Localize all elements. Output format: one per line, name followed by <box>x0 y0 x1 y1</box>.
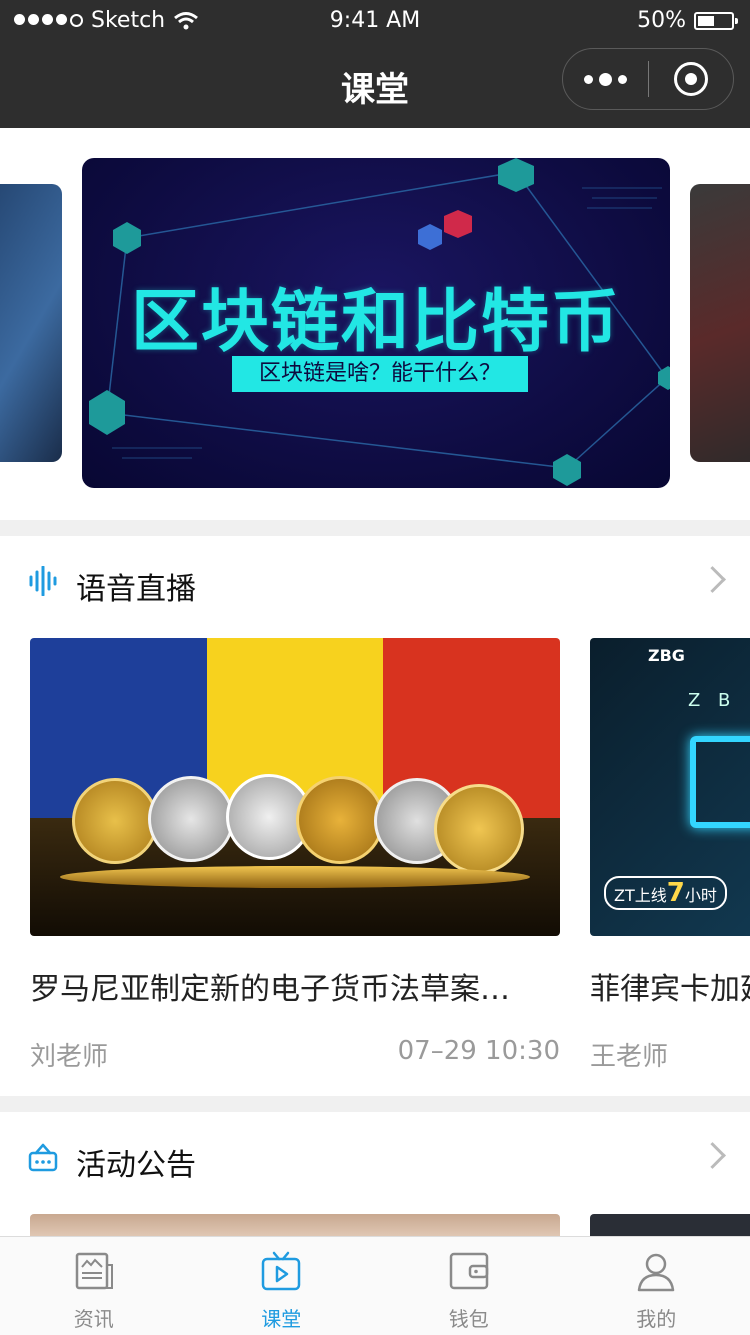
banner-slide-prev[interactable] <box>0 184 62 462</box>
more-button[interactable] <box>563 73 648 86</box>
notice-section: 活动公告 <box>0 1112 750 1236</box>
card-image-brand: ZBG <box>648 646 685 665</box>
notice-card-image[interactable] <box>590 1214 750 1236</box>
banner-subtitle: 区块链是啥？能干什么？ <box>232 356 528 392</box>
section-title: 语音直播 <box>76 564 196 608</box>
live-card-image: ZBG Z B ZT上线7小时 <box>590 638 750 936</box>
card-title: 罗马尼亚制定新的电子货币法草案… <box>30 964 510 1008</box>
tab-profile[interactable]: 我的 <box>563 1237 750 1335</box>
status-right: 50% <box>637 8 734 33</box>
banner-slide-next[interactable] <box>690 184 750 462</box>
tab-label: 我的 <box>563 1303 750 1332</box>
soundwave-icon <box>28 566 58 596</box>
user-icon <box>635 1251 677 1293</box>
tab-news[interactable]: 资讯 <box>0 1237 188 1335</box>
chevron-right-icon[interactable] <box>699 566 726 593</box>
banner-title: 区块链和比特币 <box>82 266 670 365</box>
close-miniapp-button[interactable] <box>649 62 733 96</box>
live-card-image <box>30 638 560 936</box>
more-dot-icon <box>618 75 627 84</box>
tab-wallet[interactable]: 钱包 <box>375 1237 563 1335</box>
chevron-right-icon[interactable] <box>699 1142 726 1169</box>
wallet-icon <box>448 1251 490 1291</box>
card-author: 王老师 <box>590 1036 668 1073</box>
battery-icon <box>694 12 734 30</box>
card-author: 刘老师 <box>30 1036 108 1073</box>
tab-label: 钱包 <box>375 1303 563 1332</box>
nav-bar: 课堂 <box>0 44 750 128</box>
tab-bar: 资讯 课堂 钱包 我的 <box>0 1236 750 1335</box>
live-section: 语音直播 罗马尼亚制定新的电子货币法草案… 刘老师 07–29 10:30 ZB… <box>0 536 750 1096</box>
live-card[interactable]: ZBG Z B ZT上线7小时 菲律宾卡加延 王老师 <box>590 638 750 936</box>
banner-carousel[interactable]: 区块链和比特币 区块链是啥？能干什么？ <box>0 128 750 520</box>
live-card[interactable]: 罗马尼亚制定新的电子货币法草案… 刘老师 07–29 10:30 <box>30 638 560 936</box>
miniapp-capsule <box>562 48 734 110</box>
live-section-header[interactable]: 语音直播 <box>0 536 750 632</box>
tab-label: 课堂 <box>188 1303 376 1332</box>
card-image-label: Z B <box>688 690 736 711</box>
notice-board-icon <box>28 1142 58 1172</box>
status-bar: Sketch 9:41 AM 50% <box>0 0 750 44</box>
battery-percent: 50% <box>637 8 686 33</box>
card-time: 07–29 10:30 <box>398 1036 560 1066</box>
section-title: 活动公告 <box>76 1140 196 1184</box>
more-dot-icon <box>599 73 612 86</box>
banner-slide-current[interactable]: 区块链和比特币 区块链是啥？能干什么？ <box>82 158 670 488</box>
tab-classroom[interactable]: 课堂 <box>188 1237 376 1335</box>
card-title: 菲律宾卡加延 <box>590 964 750 1008</box>
notice-card-image[interactable] <box>30 1214 560 1236</box>
notice-section-header[interactable]: 活动公告 <box>0 1112 750 1208</box>
target-icon <box>674 62 708 96</box>
more-dot-icon <box>584 75 593 84</box>
news-icon <box>74 1251 114 1291</box>
tab-label: 资讯 <box>0 1303 188 1332</box>
video-play-icon <box>260 1251 302 1291</box>
card-image-tag: ZT上线7小时 <box>604 876 727 910</box>
